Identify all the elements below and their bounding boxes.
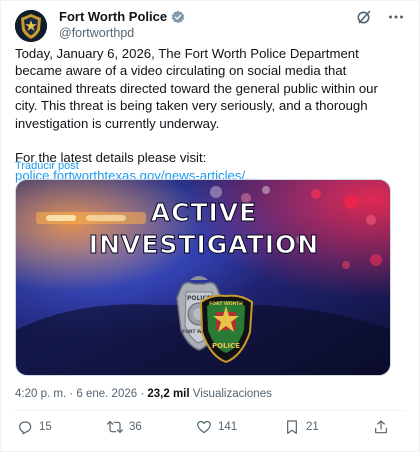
post-header: Fort Worth Police @fortworthpd	[13, 8, 407, 44]
reply-icon	[17, 419, 33, 435]
post-media-image[interactable]: ACTIVE INVESTIGATION POLICE FORT WORTH F…	[15, 179, 391, 376]
like-count: 141	[218, 421, 238, 433]
reply-button[interactable]: 15	[17, 419, 52, 435]
repost-count: 36	[129, 421, 142, 433]
grok-icon[interactable]	[355, 8, 373, 26]
bookmark-count: 21	[306, 421, 319, 433]
author-names: Fort Worth Police @fortworthpd	[59, 9, 185, 40]
share-button[interactable]	[373, 419, 389, 435]
display-name[interactable]: Fort Worth Police	[59, 9, 167, 24]
author-handle[interactable]: @fortworthpd	[59, 26, 185, 40]
meta-separator: ·	[66, 388, 77, 400]
post-paragraph-1: Today, January 6, 2026, The Fort Worth P…	[15, 46, 378, 131]
badge-right-top-text: FORT WORTH	[209, 301, 243, 307]
post-date[interactable]: 6 ene. 2026	[76, 388, 137, 400]
views-count[interactable]: 23,2 mil	[147, 388, 189, 400]
divider	[15, 410, 405, 411]
headline-line-2: INVESTIGATION	[89, 230, 319, 259]
repost-icon	[107, 419, 123, 435]
display-name-row: Fort Worth Police	[59, 9, 185, 24]
reply-count: 15	[39, 421, 52, 433]
heart-icon	[196, 419, 212, 435]
post-time[interactable]: 4:20 p. m.	[15, 388, 66, 400]
badge-right-bottom-text: POLICE	[212, 342, 240, 350]
headline-line-1: ACTIVE	[151, 198, 257, 227]
action-bar: 15 36 141 21	[15, 419, 405, 441]
header-actions	[355, 8, 405, 26]
post-meta: 4:20 p. m. · 6 ene. 2026 · 23,2 mil Visu…	[15, 388, 272, 400]
avatar[interactable]	[15, 10, 47, 42]
translate-post-link[interactable]: Traducir post	[15, 160, 79, 172]
active-investigation-graphic: ACTIVE INVESTIGATION POLICE FORT WORTH F…	[16, 180, 390, 375]
bookmark-button[interactable]: 21	[284, 419, 319, 435]
bookmark-icon	[284, 419, 300, 435]
views-label: Visualizaciones	[192, 388, 272, 400]
verified-badge-icon[interactable]	[171, 10, 185, 24]
share-icon	[373, 419, 389, 435]
like-button[interactable]: 141	[196, 419, 237, 435]
meta-separator-2: ·	[137, 388, 148, 400]
post-card: Fort Worth Police @fortworthpd Today, Ja…	[0, 0, 420, 452]
more-icon[interactable]	[387, 8, 405, 26]
fort-worth-police-badge-icon	[15, 10, 47, 42]
repost-button[interactable]: 36	[107, 419, 142, 435]
